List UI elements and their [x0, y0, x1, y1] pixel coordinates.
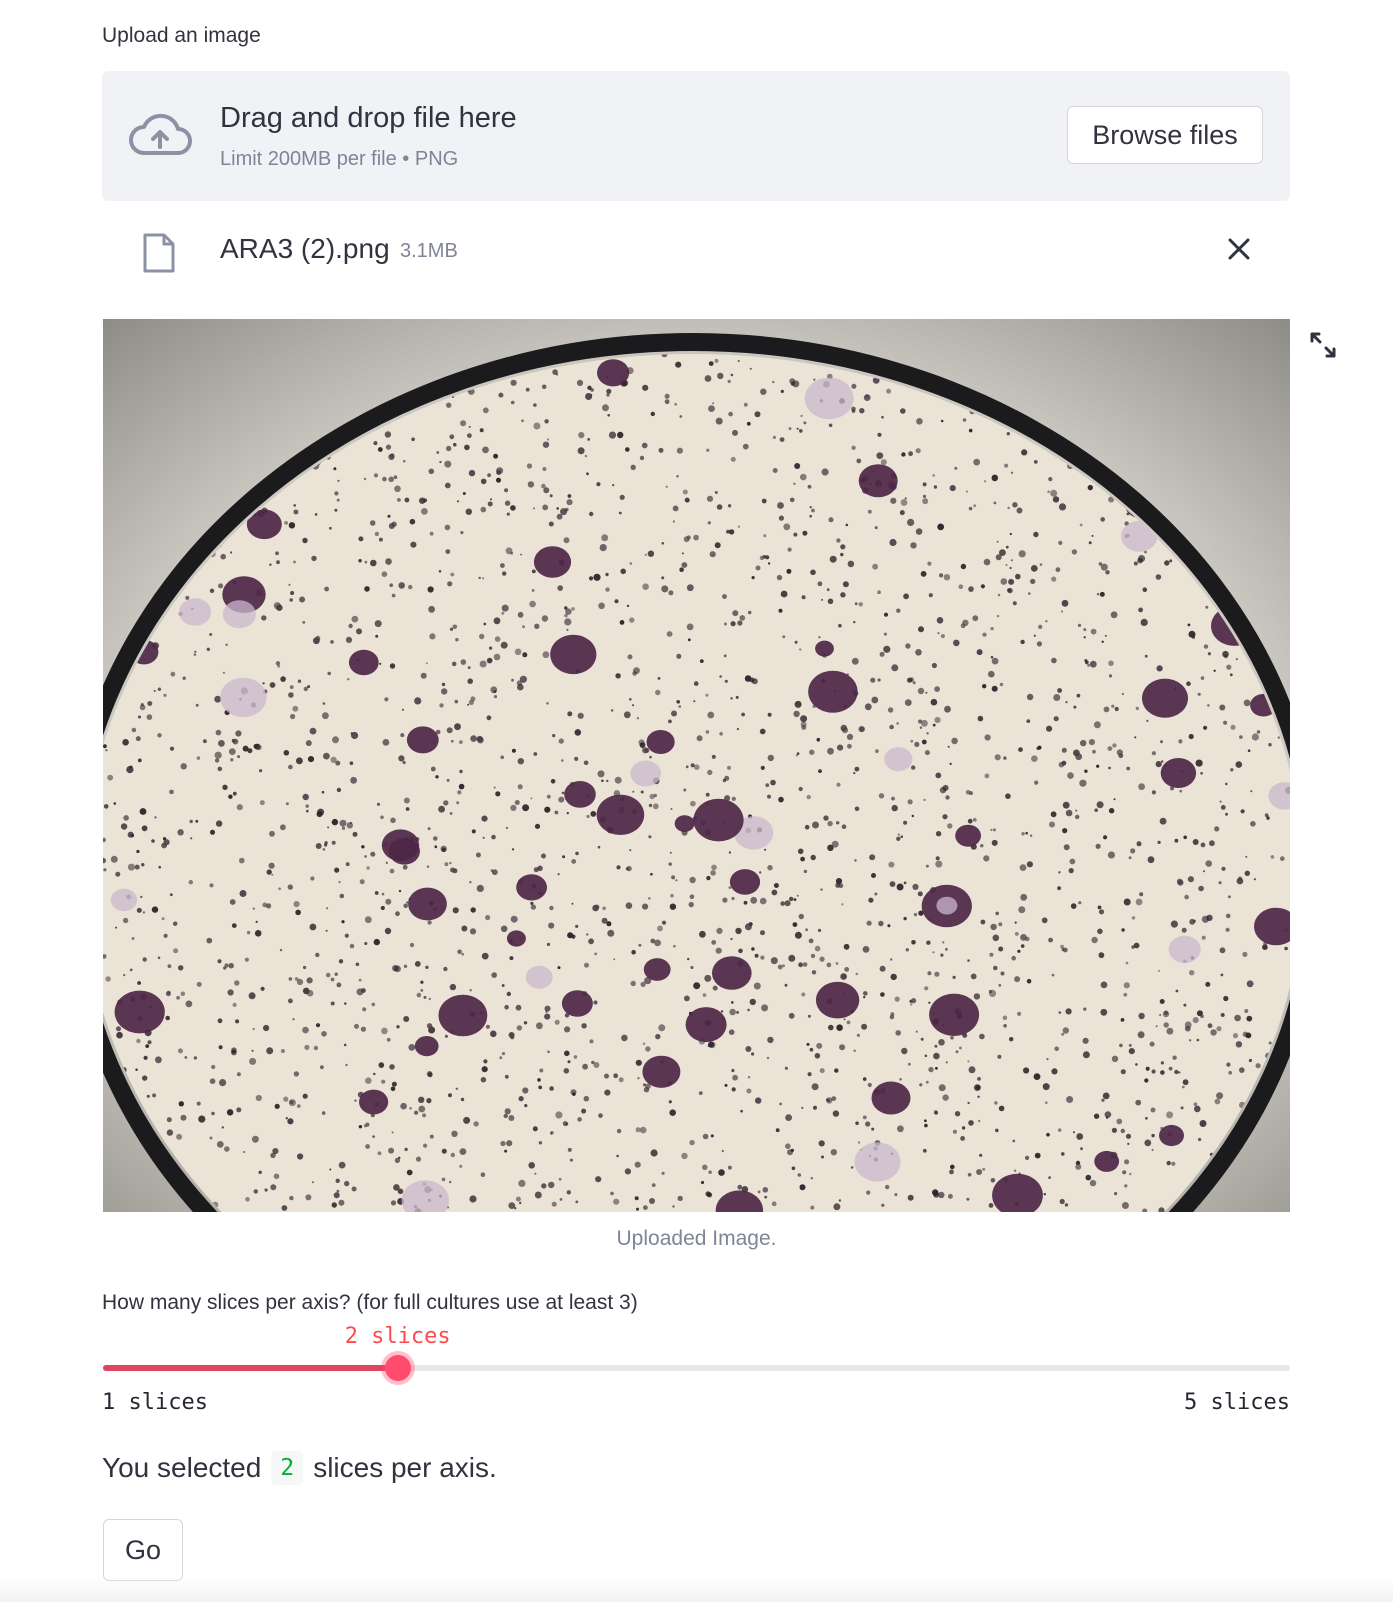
- selection-summary: You selected 2 slices per axis.: [102, 1451, 497, 1485]
- go-button[interactable]: Go: [103, 1519, 183, 1581]
- file-icon: [143, 233, 175, 273]
- bottom-fade: [0, 1576, 1393, 1602]
- browse-files-button[interactable]: Browse files: [1067, 106, 1263, 164]
- fullscreen-icon[interactable]: [1308, 330, 1338, 360]
- slider-min-label: 1 slices: [102, 1390, 208, 1415]
- slider-fill: [103, 1365, 398, 1371]
- uploaded-image: [103, 319, 1290, 1212]
- image-caption: Uploaded Image.: [616, 1227, 777, 1250]
- selection-prefix: You selected: [102, 1452, 262, 1483]
- close-icon[interactable]: [1224, 234, 1254, 264]
- slider-track[interactable]: [103, 1365, 1290, 1371]
- cloud-upload-icon: [129, 113, 192, 155]
- dropzone-limit-text: Limit 200MB per file • PNG: [220, 148, 459, 170]
- selection-value: 2: [271, 1451, 304, 1485]
- uploaded-file-row: ARA3 (2).png 3.1MB: [102, 220, 1290, 280]
- slider-thumb[interactable]: [384, 1355, 411, 1381]
- slider-max-label: 5 slices: [1184, 1390, 1290, 1415]
- slider-label: How many slices per axis? (for full cult…: [102, 1291, 638, 1314]
- slider-current-value: 2 slices: [344, 1324, 451, 1349]
- file-name: ARA3 (2).png: [220, 233, 390, 264]
- selection-suffix: slices per axis.: [313, 1452, 497, 1483]
- file-dropzone[interactable]: Drag and drop file here Limit 200MB per …: [102, 71, 1290, 201]
- file-size: 3.1MB: [400, 240, 458, 262]
- uploader-label: Upload an image: [102, 24, 261, 47]
- dropzone-title: Drag and drop file here: [220, 102, 517, 134]
